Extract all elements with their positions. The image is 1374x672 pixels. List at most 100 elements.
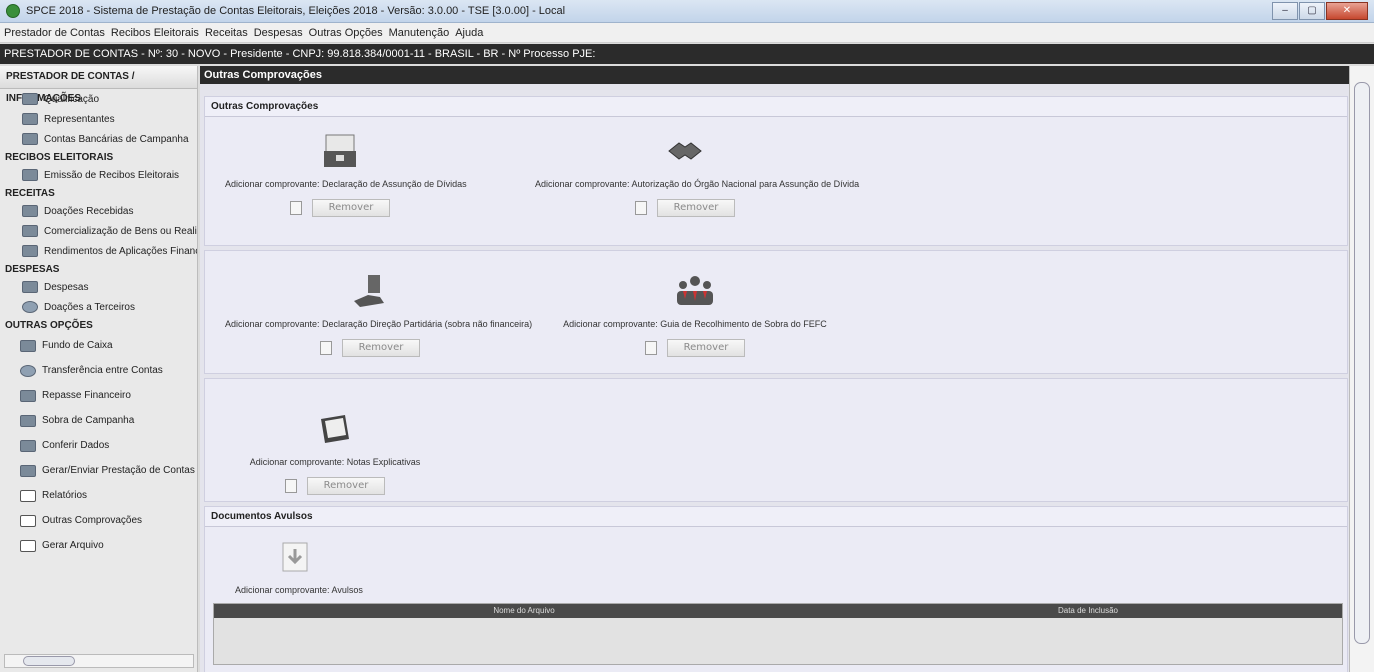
sidebar-header: PRESTADOR DE CONTAS / INFORMAÇÕES: [0, 66, 197, 104]
sidebar-item-comercializacao[interactable]: Comercialização de Bens ou Realização d: [0, 221, 197, 241]
panel-outras-comprovacoes: Outras Comprovações Adicionar comprovant…: [204, 96, 1348, 246]
download-icon[interactable]: [275, 539, 315, 575]
donation-icon: [22, 205, 38, 217]
money-icon: [22, 245, 38, 257]
remove-button[interactable]: Remover: [307, 477, 385, 495]
menu-prestador[interactable]: Prestador de Contas: [4, 27, 105, 39]
panel-notas-explicativas: Adicionar comprovante: Notas Explicativa…: [204, 378, 1348, 502]
sidebar-item-gerar-enviar[interactable]: Gerar/Enviar Prestação de Contas: [0, 458, 197, 483]
bank-icon: [22, 133, 38, 145]
goods-icon: [22, 225, 38, 237]
sidebar-item-despesas[interactable]: Despesas: [0, 277, 197, 297]
attach-icon[interactable]: [320, 341, 332, 355]
attach-icon[interactable]: [645, 341, 657, 355]
sidebar-item-label: Repasse Financeiro: [42, 390, 131, 401]
provider-info-bar: PRESTADOR DE CONTAS - Nº: 30 - NOVO - Pr…: [0, 44, 1374, 64]
hand-icon: [20, 389, 36, 402]
card-label[interactable]: Adicionar comprovante: Avulsos: [235, 585, 363, 595]
card-label[interactable]: Adicionar comprovante: Autorização do Ór…: [535, 179, 859, 189]
documents-icon: [20, 514, 36, 527]
main-scrollbar[interactable]: [1349, 66, 1374, 672]
menu-ajuda[interactable]: Ajuda: [455, 27, 483, 39]
sidebar-item-label: Rendimentos de Aplicações Financeiras: [44, 245, 197, 257]
remove-button[interactable]: Remover: [342, 339, 420, 357]
card-assuncao-dividas: Adicionar comprovante: Declaração de Ass…: [225, 133, 467, 217]
file-icon: [20, 539, 36, 552]
menu-outras-opcoes[interactable]: Outras Opções: [309, 27, 383, 39]
sidebar-item-relatorios[interactable]: Relatórios: [0, 483, 197, 508]
maximize-button[interactable]: ▢: [1299, 2, 1325, 20]
sidebar-item-label: Representantes: [44, 113, 115, 125]
files-table: Nome do Arquivo Data de Inclusão: [213, 603, 1343, 665]
remove-button[interactable]: Remover: [657, 199, 735, 217]
col-data-inclusao[interactable]: Data de Inclusão: [834, 604, 1342, 618]
section-outras-opcoes: OUTRAS OPÇÕES: [5, 320, 93, 331]
card-avulsos: Adicionar comprovante: Avulsos: [235, 539, 363, 595]
remove-button[interactable]: Remover: [312, 199, 390, 217]
menu-manutencao[interactable]: Manutenção: [389, 27, 450, 39]
menu-despesas[interactable]: Despesas: [254, 27, 303, 39]
sidebar-item-label: Gerar Arquivo: [42, 540, 104, 551]
chart-icon: [20, 414, 36, 427]
remove-button[interactable]: Remover: [667, 339, 745, 357]
sidebar-item-fundo-caixa[interactable]: Fundo de Caixa: [0, 333, 197, 358]
sidebar-item-transferencia[interactable]: Transferência entre Contas: [0, 358, 197, 383]
sidebar-item-label: Comercialização de Bens ou Realização d: [44, 225, 197, 237]
id-card-icon: [22, 93, 38, 105]
sidebar-scrollbar[interactable]: [4, 654, 194, 668]
cash-register-icon: [20, 339, 36, 352]
expense-icon: [22, 281, 38, 293]
sidebar-item-label: Contas Bancárias de Campanha: [44, 133, 189, 145]
sidebar-item-sobra-campanha[interactable]: Sobra de Campanha: [0, 408, 197, 433]
handshake-icon[interactable]: [665, 133, 705, 169]
card-label[interactable]: Adicionar comprovante: Declaração de Ass…: [225, 179, 467, 189]
transfer-icon: [20, 364, 36, 377]
cash-register-icon[interactable]: [320, 133, 360, 169]
sidebar-item-rendimentos[interactable]: Rendimentos de Aplicações Financeiras: [0, 241, 197, 261]
scrollbar-thumb[interactable]: [23, 656, 75, 666]
sidebar-item-emissao-recibos[interactable]: Emissão de Recibos Eleitorais: [0, 165, 197, 185]
card-label[interactable]: Adicionar comprovante: Guia de Recolhime…: [555, 319, 835, 329]
sidebar-item-repasse[interactable]: Repasse Financeiro: [0, 383, 197, 408]
attach-icon[interactable]: [635, 201, 647, 215]
sidebar-item-label: Despesas: [44, 281, 89, 293]
sidebar-item-gerar-arquivo[interactable]: Gerar Arquivo: [0, 533, 197, 558]
window-controls: – ▢ ✕: [1272, 2, 1368, 20]
sidebar-item-label: Qualificação: [44, 93, 100, 105]
person-icon: [22, 301, 38, 313]
attach-icon[interactable]: [290, 201, 302, 215]
hand-document-icon[interactable]: [350, 273, 390, 309]
menu-bar: Prestador de Contas Recibos Eleitorais R…: [0, 23, 1374, 43]
sidebar-item-outras-comprovacoes[interactable]: Outras Comprovações: [0, 508, 197, 533]
panel-comprovantes-2: Adicionar comprovante: Declaração Direçã…: [204, 250, 1348, 374]
menu-receitas[interactable]: Receitas: [205, 27, 248, 39]
receipt-icon: [22, 169, 38, 181]
close-button[interactable]: ✕: [1326, 2, 1368, 20]
sidebar-item-label: Gerar/Enviar Prestação de Contas: [42, 465, 195, 476]
send-icon: [20, 464, 36, 477]
sidebar-item-label: Outras Comprovações: [42, 515, 143, 526]
menu-recibos[interactable]: Recibos Eleitorais: [111, 27, 199, 39]
sidebar-item-contas-bancarias[interactable]: Contas Bancárias de Campanha: [0, 129, 197, 149]
section-recibos: RECIBOS ELEITORAIS: [5, 152, 114, 163]
sidebar-item-conferir-dados[interactable]: Conferir Dados: [0, 433, 197, 458]
scrollbar-thumb[interactable]: [1354, 82, 1370, 644]
attach-icon[interactable]: [285, 479, 297, 493]
handshake-icon: [20, 439, 36, 452]
group-icon[interactable]: [675, 273, 715, 309]
card-label[interactable]: Adicionar comprovante: Declaração Direçã…: [225, 319, 532, 329]
app-icon: [6, 4, 20, 18]
card-guia-fefc: Adicionar comprovante: Guia de Recolhime…: [555, 273, 835, 357]
section-receitas: RECEITAS: [5, 188, 55, 199]
panel-title: Outras Comprovações: [205, 97, 1347, 117]
people-icon: [22, 113, 38, 125]
report-icon: [20, 489, 36, 502]
card-label[interactable]: Adicionar comprovante: Notas Explicativa…: [235, 457, 435, 467]
col-nome-arquivo[interactable]: Nome do Arquivo: [214, 604, 834, 618]
notes-icon[interactable]: [315, 411, 355, 447]
sidebar-item-doacoes-recebidas[interactable]: Doações Recebidas: [0, 201, 197, 221]
minimize-button[interactable]: –: [1272, 2, 1298, 20]
sidebar-item-representantes[interactable]: Representantes: [0, 109, 197, 129]
sidebar-item-doacoes-terceiros[interactable]: Doações a Terceiros: [0, 297, 197, 317]
sidebar-item-label: Fundo de Caixa: [42, 340, 113, 351]
